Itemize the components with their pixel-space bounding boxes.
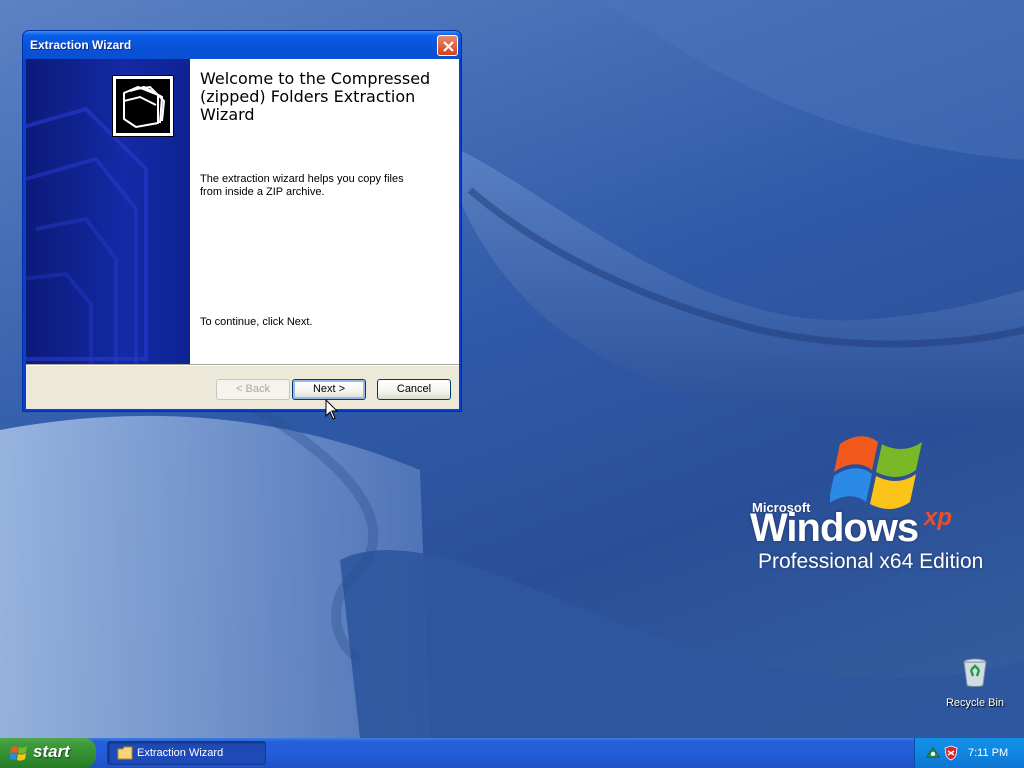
windows-flag-icon: [10, 746, 27, 761]
folder-icon: [117, 746, 133, 760]
wizard-banner: [26, 59, 190, 364]
start-label: start: [33, 742, 70, 761]
logo-xp-text: xp: [924, 504, 953, 531]
banner-icon-frame: [112, 75, 174, 137]
close-icon: [443, 41, 454, 52]
system-tray: 7:11 PM: [914, 738, 1024, 768]
tray-security-icon[interactable]: [944, 745, 958, 761]
back-button[interactable]: < Back: [216, 379, 290, 400]
wizard-content: Welcome to the Compressed (zipped) Folde…: [190, 59, 459, 364]
window-titlebar[interactable]: Extraction Wizard: [23, 31, 461, 59]
window-title: Extraction Wizard: [30, 38, 132, 52]
wizard-continue-text: To continue, click Next.: [200, 316, 313, 328]
taskbar-item-extraction-wizard[interactable]: Extraction Wizard: [107, 741, 266, 765]
close-button[interactable]: [437, 35, 458, 56]
taskbar: start Extraction Wizard 7:11 PM: [0, 738, 1024, 768]
wizard-client-area: Welcome to the Compressed (zipped) Folde…: [26, 59, 459, 409]
recycle-bin-icon: [963, 658, 987, 687]
logo-edition-text: Professional x64 Edition: [758, 550, 984, 573]
extraction-wizard-window[interactable]: Extraction Wizard Welcome to the Compres…: [22, 30, 462, 412]
recycle-bin-shortcut[interactable]: Recycle Bin: [940, 656, 1010, 716]
tray-network-icon[interactable]: [925, 745, 941, 761]
wizard-heading: Welcome to the Compressed (zipped) Folde…: [200, 69, 431, 124]
windows-flag-icon: [830, 436, 922, 509]
taskbar-item-label: Extraction Wizard: [137, 747, 224, 759]
mouse-cursor-icon: [325, 399, 339, 420]
logo-windows-text: Windows: [750, 506, 919, 550]
clock[interactable]: 7:11 PM: [968, 747, 1008, 759]
wizard-description: The extraction wizard helps you copy fil…: [200, 173, 404, 198]
recycle-bin-label: Recycle Bin: [945, 697, 1005, 709]
button-separator: [26, 364, 459, 366]
compressed-folder-icon: [116, 79, 170, 133]
start-button[interactable]: start: [0, 738, 96, 768]
cancel-button[interactable]: Cancel: [377, 379, 451, 400]
next-button[interactable]: Next >: [292, 379, 366, 400]
windows-xp-logo: Microsoft Windows xp Professional x64 Ed…: [748, 424, 1018, 584]
